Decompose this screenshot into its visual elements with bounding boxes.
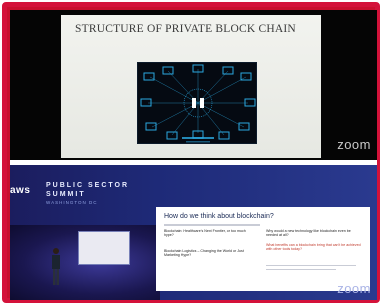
slide-item-left-2: Blockchain Logistics – Changing the Worl… — [164, 249, 244, 258]
zoom-watermark: zoom — [337, 137, 371, 152]
slide-heading: How do we think about blockchain? — [164, 213, 274, 220]
slide-rule — [164, 224, 260, 226]
presentation-slide: How do we think about blockchain? Blockc… — [156, 207, 370, 291]
slide-rule-right — [266, 265, 356, 266]
video-frame: STRUCTURE OF PRIVATE BLOCK CHAIN zoom aw… — [2, 2, 380, 303]
slide-rule-right-2 — [266, 269, 336, 270]
slide-item-right-2: What benefits can a blockchain bring tha… — [266, 243, 361, 252]
slide-title: STRUCTURE OF PRIVATE BLOCK CHAIN — [75, 23, 296, 35]
speaker-figure-icon — [52, 248, 60, 285]
slide-item-left-1: Blockchain: Healthcare's Next Frontier, … — [164, 229, 246, 238]
zoom-watermark: zoom — [337, 281, 371, 296]
slide-item-right-1: Why would a new technology like blockcha… — [266, 229, 351, 238]
aws-logo: aws — [10, 185, 31, 196]
event-location: WASHINGTON DC — [46, 200, 98, 205]
event-title-line2: SUMMIT — [46, 191, 86, 198]
stage-screen — [78, 231, 130, 265]
video-tile-top[interactable]: STRUCTURE OF PRIVATE BLOCK CHAIN zoom — [10, 10, 377, 160]
shared-slide: STRUCTURE OF PRIVATE BLOCK CHAIN — [61, 15, 321, 158]
blockchain-diagram — [137, 62, 257, 144]
event-title-line1: PUBLIC SECTOR — [46, 182, 130, 189]
video-tile-bottom[interactable]: aws PUBLIC SECTOR SUMMIT WASHINGTON DC H… — [10, 165, 377, 300]
network-diagram-icon — [140, 64, 256, 143]
